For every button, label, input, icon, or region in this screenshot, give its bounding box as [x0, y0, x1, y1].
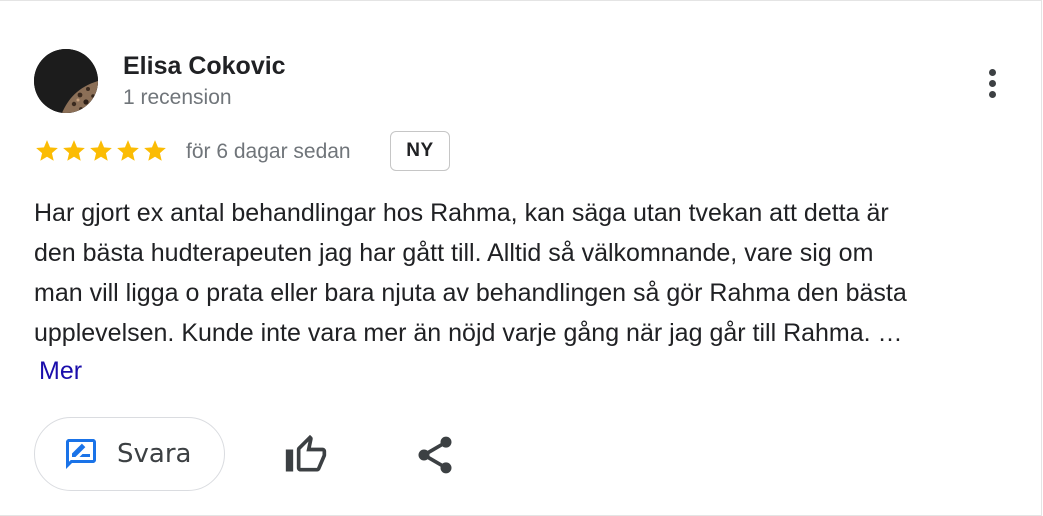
share-icon	[418, 436, 452, 474]
rate-review-icon	[66, 439, 96, 469]
read-more-link[interactable]: Mer	[39, 353, 82, 389]
reviewer-review-count[interactable]: 1 recension	[123, 86, 232, 110]
star-rating	[34, 138, 168, 164]
star-icon	[144, 140, 166, 161]
avatar-photo-icon	[34, 49, 98, 113]
like-button[interactable]	[284, 433, 328, 477]
review-text: Har gjort ex antal behandlingar hos Rahm…	[34, 193, 1024, 353]
more-vert-icon	[988, 68, 996, 76]
star-icon	[90, 140, 112, 161]
reply-button-label: Svara	[117, 439, 192, 469]
avatar[interactable]	[34, 49, 98, 113]
review-text-line: den bästa hudterapeuten jag har gått til…	[34, 239, 874, 267]
more-vert-icon-dot	[988, 90, 996, 98]
star-icon	[63, 140, 85, 161]
thumb-up-icon	[285, 434, 327, 472]
star-icon	[36, 140, 58, 161]
new-badge: NY	[390, 131, 450, 171]
reply-button[interactable]: Svara	[34, 417, 225, 491]
more-options-button[interactable]	[976, 61, 1008, 105]
share-button[interactable]	[413, 433, 457, 477]
more-vert-icon-dot	[988, 79, 996, 87]
star-icon	[117, 140, 139, 161]
review-card: Elisa Cokovic 1 recension för 6 dagar se…	[0, 0, 1042, 516]
review-text-line: Har gjort ex antal behandlingar hos Rahm…	[34, 199, 889, 227]
review-text-line: upplevelsen. Kunde inte vara mer än nöjd…	[34, 319, 903, 347]
review-date: för 6 dagar sedan	[186, 140, 351, 163]
reviewer-name[interactable]: Elisa Cokovic	[123, 52, 286, 81]
review-text-line: man vill ligga o prata eller bara njuta …	[34, 279, 907, 307]
